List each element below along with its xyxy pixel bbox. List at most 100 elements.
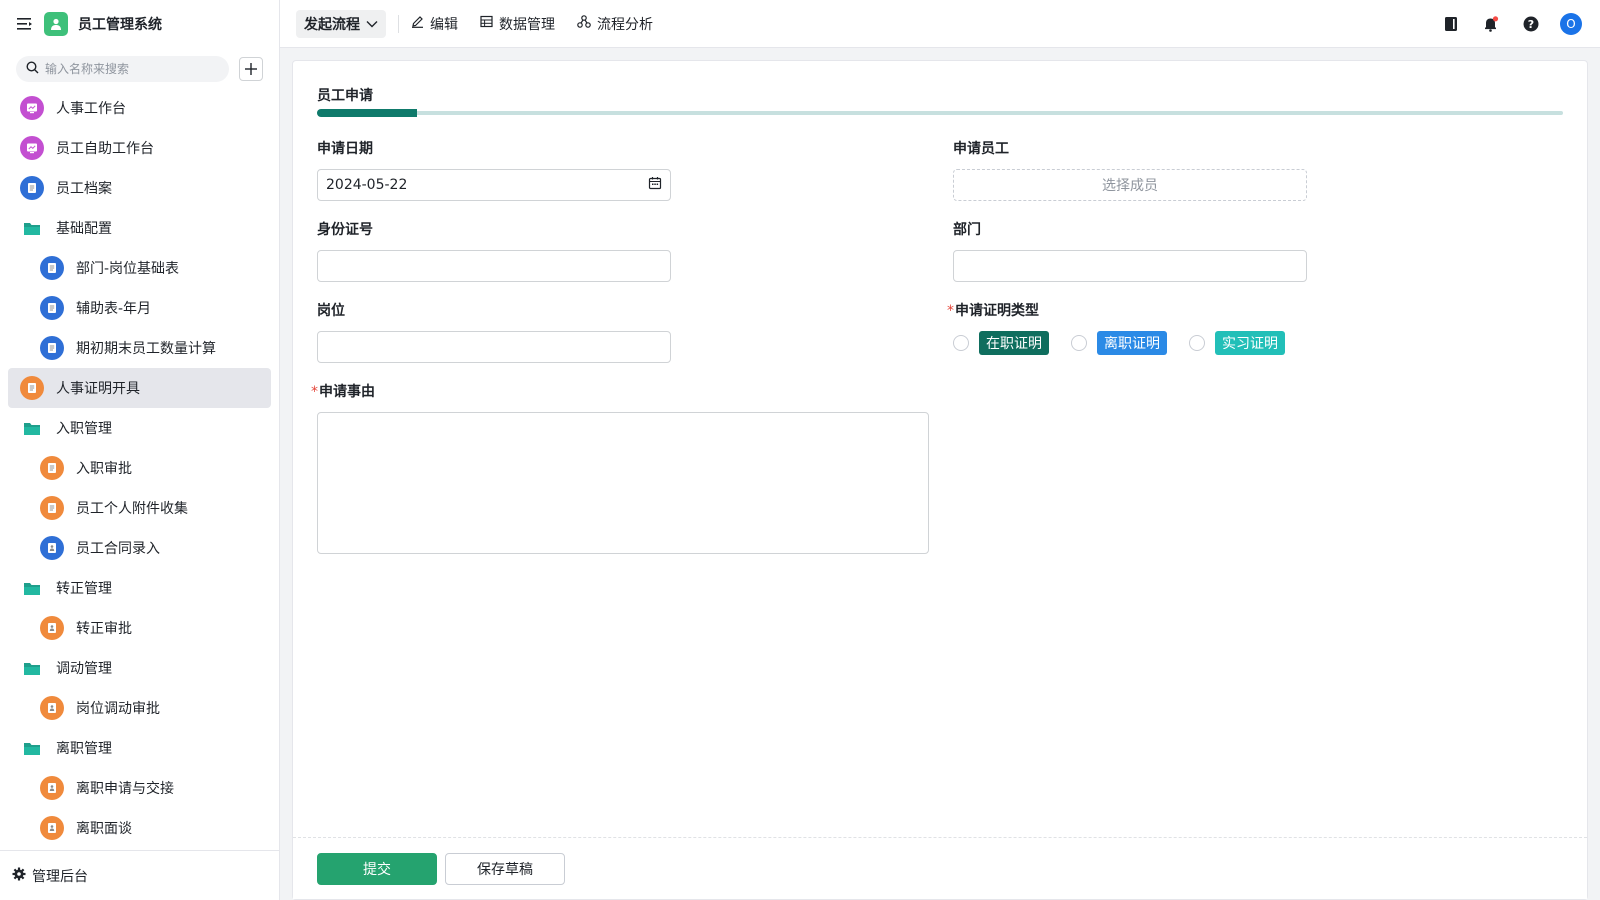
sidebar-item-label: 人事证明开具: [56, 381, 140, 397]
document-icon: [40, 336, 64, 360]
start-flow-dropdown[interactable]: 发起流程: [296, 9, 386, 38]
sidebar-item[interactable]: 员工自助工作台: [8, 128, 271, 168]
cert-type-tag: 在职证明: [979, 331, 1049, 355]
sidebar-item-label: 员工档案: [56, 181, 112, 197]
sidebar-item-label: 岗位调动审批: [76, 701, 160, 717]
sidebar-item-label: 期初期末员工数量计算: [76, 341, 216, 357]
sidebar-item-label: 入职审批: [76, 461, 132, 477]
cert-type-option[interactable]: 在职证明: [953, 331, 1049, 355]
top-bar: 发起流程 编辑 数据管理 流程分析 ? O: [280, 0, 1600, 48]
apply-date-label: 申请日期: [317, 141, 373, 157]
sidebar-search[interactable]: [16, 56, 229, 82]
start-flow-label: 发起流程: [304, 16, 360, 33]
sidebar-item-label: 员工合同录入: [76, 541, 160, 557]
dashboard-icon: [20, 96, 44, 120]
document-icon: [40, 496, 64, 520]
department-input[interactable]: [953, 250, 1307, 282]
sidebar-item[interactable]: 人事证明开具: [8, 368, 271, 408]
sidebar-item[interactable]: 辅助表-年月: [8, 288, 271, 328]
sidebar-item[interactable]: 离职面谈: [8, 808, 271, 848]
sidebar-folder[interactable]: 转正管理: [8, 568, 271, 608]
sidebar-item[interactable]: 岗位调动审批: [8, 688, 271, 728]
sidebar-folder[interactable]: 离职管理: [8, 728, 271, 768]
table-icon: [480, 15, 493, 32]
document-icon: [20, 376, 44, 400]
admin-console-link[interactable]: 管理后台: [0, 850, 279, 900]
apply-employee-field: 申请员工 选择成员: [953, 139, 1307, 201]
sidebar-item[interactable]: 员工档案: [8, 168, 271, 208]
folder-icon: [20, 416, 44, 440]
app-title: 员工管理系统: [78, 17, 162, 33]
app-logo-icon: [44, 12, 68, 36]
flow-analysis-button[interactable]: 流程分析: [577, 14, 653, 34]
form-footer: 提交 保存草稿: [293, 837, 1587, 899]
sidebar-item-label: 入职管理: [56, 421, 112, 437]
sidebar-item-label: 员工自助工作台: [56, 141, 154, 157]
data-manage-button[interactable]: 数据管理: [480, 14, 555, 34]
pencil-icon: [411, 15, 424, 32]
calendar-icon: [648, 176, 662, 194]
save-draft-button[interactable]: 保存草稿: [445, 852, 565, 885]
top-right-actions: ? O: [1440, 0, 1582, 48]
sidebar-folder[interactable]: 入职管理: [8, 408, 271, 448]
collapse-menu-icon[interactable]: [16, 15, 34, 33]
sidebar-item[interactable]: 转正审批: [8, 608, 271, 648]
sidebar-item[interactable]: 离职申请与交接: [8, 768, 271, 808]
notebook-icon[interactable]: [1440, 13, 1462, 35]
cert-type-label: 申请证明类型: [955, 303, 1039, 319]
sidebar-item[interactable]: 期初期末员工数量计算: [8, 328, 271, 368]
folder-icon: [20, 736, 44, 760]
sidebar-item-label: 离职申请与交接: [76, 781, 174, 797]
document-icon: [20, 176, 44, 200]
folder-icon: [20, 576, 44, 600]
help-icon[interactable]: ?: [1520, 13, 1542, 35]
sidebar-folder[interactable]: 调动管理: [8, 648, 271, 688]
sidebar-item[interactable]: 部门-岗位基础表: [8, 248, 271, 288]
radio-button[interactable]: [1071, 335, 1087, 351]
search-input[interactable]: [45, 62, 205, 76]
sidebar-item[interactable]: 人事工作台: [8, 88, 271, 128]
position-label: 岗位: [317, 303, 345, 319]
cert-type-tag: 实习证明: [1215, 331, 1285, 355]
id-number-input[interactable]: [317, 250, 671, 282]
sidebar-folder[interactable]: 基础配置: [8, 208, 271, 248]
sidebar: 员工管理系统 人事工作台员工自助工作台员工档案基础配置部门-岗位基础表辅助表-年…: [0, 0, 280, 900]
radio-button[interactable]: [953, 335, 969, 351]
cert-type-field: *申请证明类型 在职证明 离职证明 实习证明: [947, 301, 1285, 355]
sidebar-item-label: 离职面谈: [76, 821, 132, 837]
sidebar-item-label: 员工个人附件收集: [76, 501, 188, 517]
sidebar-item-label: 调动管理: [56, 661, 112, 677]
search-icon: [26, 60, 39, 78]
member-picker[interactable]: 选择成员: [953, 169, 1307, 201]
user-avatar[interactable]: O: [1560, 13, 1582, 35]
bell-icon[interactable]: [1480, 13, 1502, 35]
submit-button[interactable]: 提交: [317, 852, 437, 885]
form-progress-track: [317, 109, 1563, 117]
cert-type-option[interactable]: 离职证明: [1071, 331, 1167, 355]
sidebar-item-label: 转正管理: [56, 581, 112, 597]
position-input[interactable]: [317, 331, 671, 363]
edit-label: 编辑: [430, 16, 458, 33]
radio-button[interactable]: [1189, 335, 1205, 351]
add-button[interactable]: [239, 57, 263, 81]
apply-date-field: 申请日期 2024-05-22: [317, 139, 671, 201]
flow-icon: [40, 776, 64, 800]
app-brand: 员工管理系统: [0, 0, 279, 48]
reason-textarea[interactable]: [317, 412, 929, 554]
cert-type-option[interactable]: 实习证明: [1189, 331, 1285, 355]
document-icon: [40, 296, 64, 320]
apply-date-input[interactable]: 2024-05-22: [317, 169, 671, 201]
flow-icon: [40, 696, 64, 720]
dashboard-icon: [20, 136, 44, 160]
flow-chart-icon: [577, 15, 591, 32]
id-number-field: 身份证号: [317, 220, 671, 282]
flow-icon: [40, 616, 64, 640]
member-picker-placeholder: 选择成员: [1102, 178, 1158, 194]
cert-type-label-row: *申请证明类型: [947, 301, 1285, 321]
sidebar-item[interactable]: 员工个人附件收集: [8, 488, 271, 528]
sidebar-item[interactable]: 入职审批: [8, 448, 271, 488]
sidebar-item[interactable]: 员工合同录入: [8, 528, 271, 568]
sidebar-item-label: 辅助表-年月: [76, 301, 152, 317]
edit-button[interactable]: 编辑: [411, 14, 458, 34]
folder-icon: [20, 216, 44, 240]
